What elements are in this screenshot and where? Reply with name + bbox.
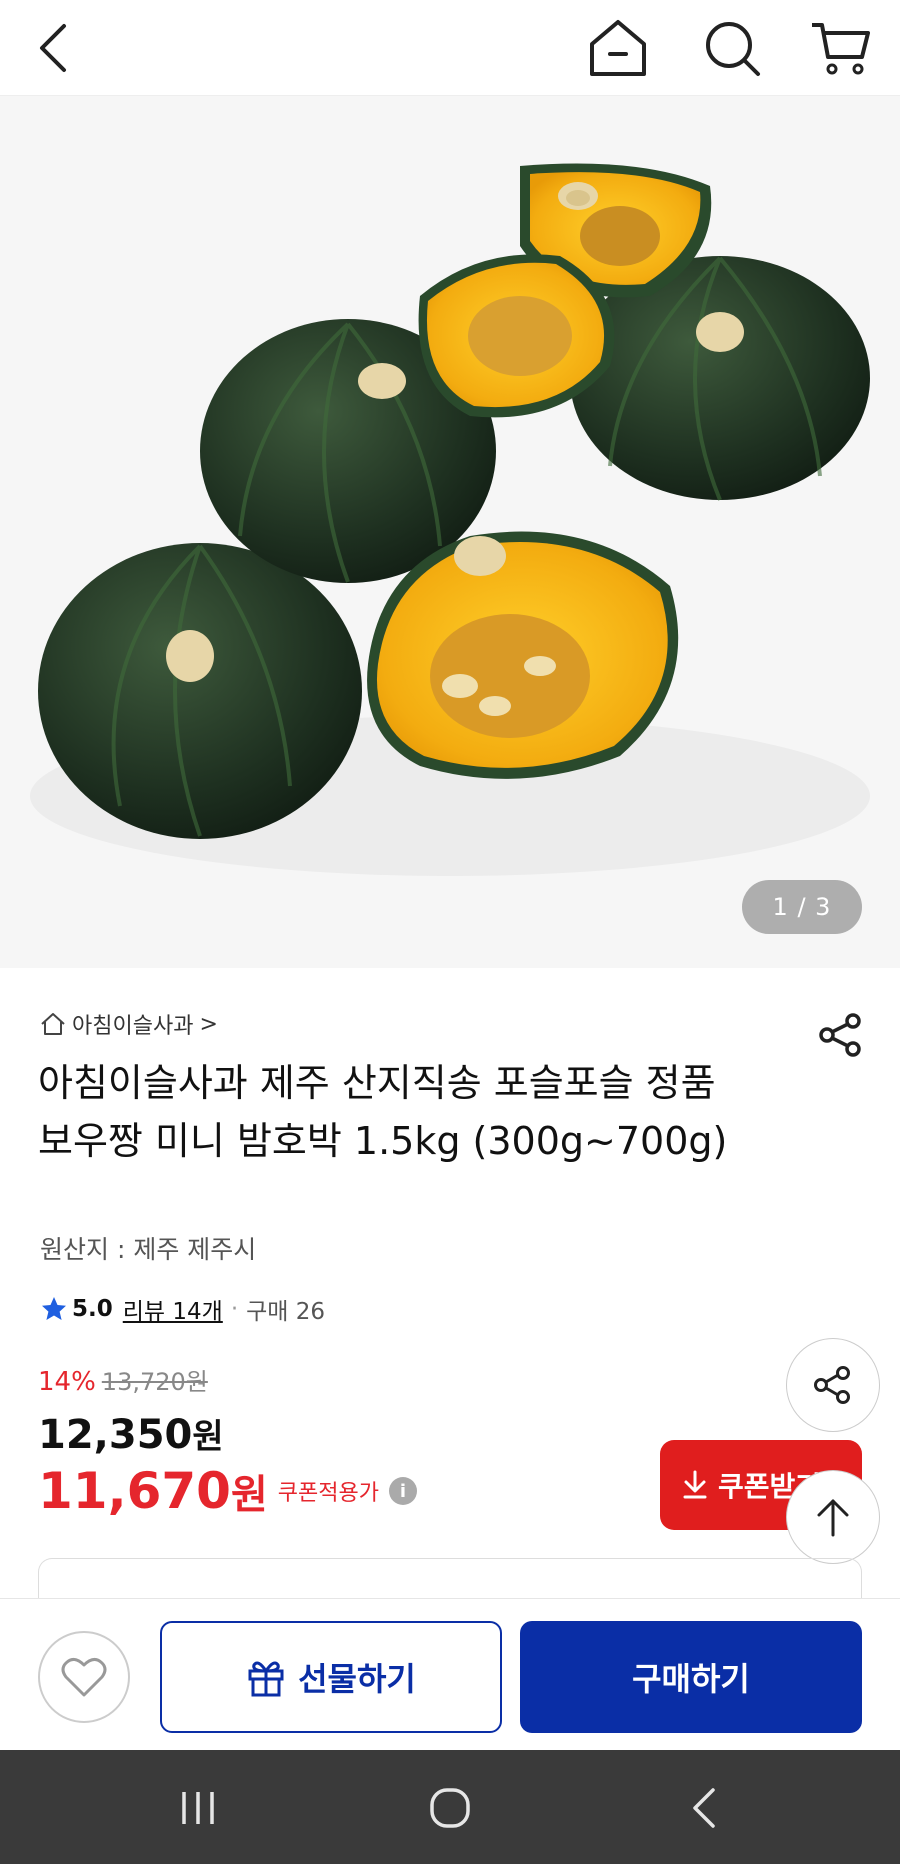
top-app-bar: [0, 0, 900, 96]
arrow-up-icon: [817, 1499, 849, 1537]
coupon-price: 11,670원: [38, 1462, 268, 1520]
separator-dot: ·: [230, 1296, 239, 1322]
store-link[interactable]: 아침이슬사과 >: [40, 1008, 218, 1040]
product-origin: 원산지 : 제주 제주시: [40, 1235, 257, 1264]
gift-icon: [248, 1661, 284, 1697]
product-image-carousel[interactable]: 1 / 3: [0, 96, 900, 968]
coupon-amount: 11,670: [38, 1462, 231, 1520]
rating-row: 5.0 리뷰 14개 · 구매 26: [40, 1292, 325, 1326]
share-icon[interactable]: [816, 1010, 866, 1060]
store-home-icon: [41, 1013, 65, 1035]
store-chevron: >: [199, 1011, 218, 1037]
discount-row: 14% 13,720원: [38, 1362, 417, 1397]
purchase-count: 구매 26: [246, 1299, 326, 1325]
gift-button-label: 선물하기: [298, 1660, 416, 1698]
sale-price: 12,350원: [38, 1409, 417, 1458]
gift-button[interactable]: 선물하기: [160, 1621, 502, 1733]
star-icon: [42, 1297, 66, 1320]
sale-unit: 원: [192, 1417, 224, 1457]
pager-text: 1 / 3: [772, 893, 832, 921]
price-block: 14% 13,720원 12,350원 11,670원 쿠폰적용가 i: [38, 1362, 417, 1520]
coupon-unit: 원: [230, 1472, 268, 1518]
home-icon[interactable]: [580, 10, 656, 86]
heart-icon: [61, 1658, 107, 1697]
rating-score: 5.0: [72, 1296, 113, 1322]
back-icon[interactable]: [16, 10, 92, 86]
coupon-price-row: 11,670원 쿠폰적용가 i: [38, 1462, 417, 1520]
image-pager: 1 / 3: [742, 880, 862, 934]
nav-back-icon[interactable]: [674, 1782, 734, 1834]
cart-icon[interactable]: [802, 10, 878, 86]
search-icon[interactable]: [694, 10, 770, 86]
store-name: 아침이슬사과: [72, 1014, 194, 1039]
product-photo: [0, 96, 900, 968]
recent-apps-icon[interactable]: [168, 1782, 228, 1834]
discount-rate: 14%: [38, 1367, 96, 1397]
coupon-label: 쿠폰적용가: [277, 1481, 379, 1506]
scroll-top-button[interactable]: [786, 1470, 880, 1564]
floating-share-button[interactable]: [786, 1338, 880, 1432]
wishlist-button[interactable]: [38, 1631, 130, 1723]
info-icon[interactable]: i: [388, 1477, 417, 1505]
review-link[interactable]: 리뷰 14개: [123, 1292, 223, 1326]
product-title: 아침이슬사과 제주 산지직송 포슬포슬 정품 보우짱 미니 밤호박 1.5kg …: [38, 1061, 728, 1163]
purchase-bar: 선물하기 구매하기: [0, 1598, 900, 1750]
system-nav-bar: [0, 1750, 900, 1864]
sale-amount: 12,350: [38, 1412, 193, 1458]
buy-button-label: 구매하기: [632, 1660, 750, 1698]
download-icon: [683, 1470, 707, 1499]
buy-button[interactable]: 구매하기: [520, 1621, 862, 1733]
share-circle-icon: [814, 1366, 850, 1404]
home-circle-icon[interactable]: [420, 1782, 480, 1834]
original-price: 13,720원: [101, 1368, 208, 1396]
